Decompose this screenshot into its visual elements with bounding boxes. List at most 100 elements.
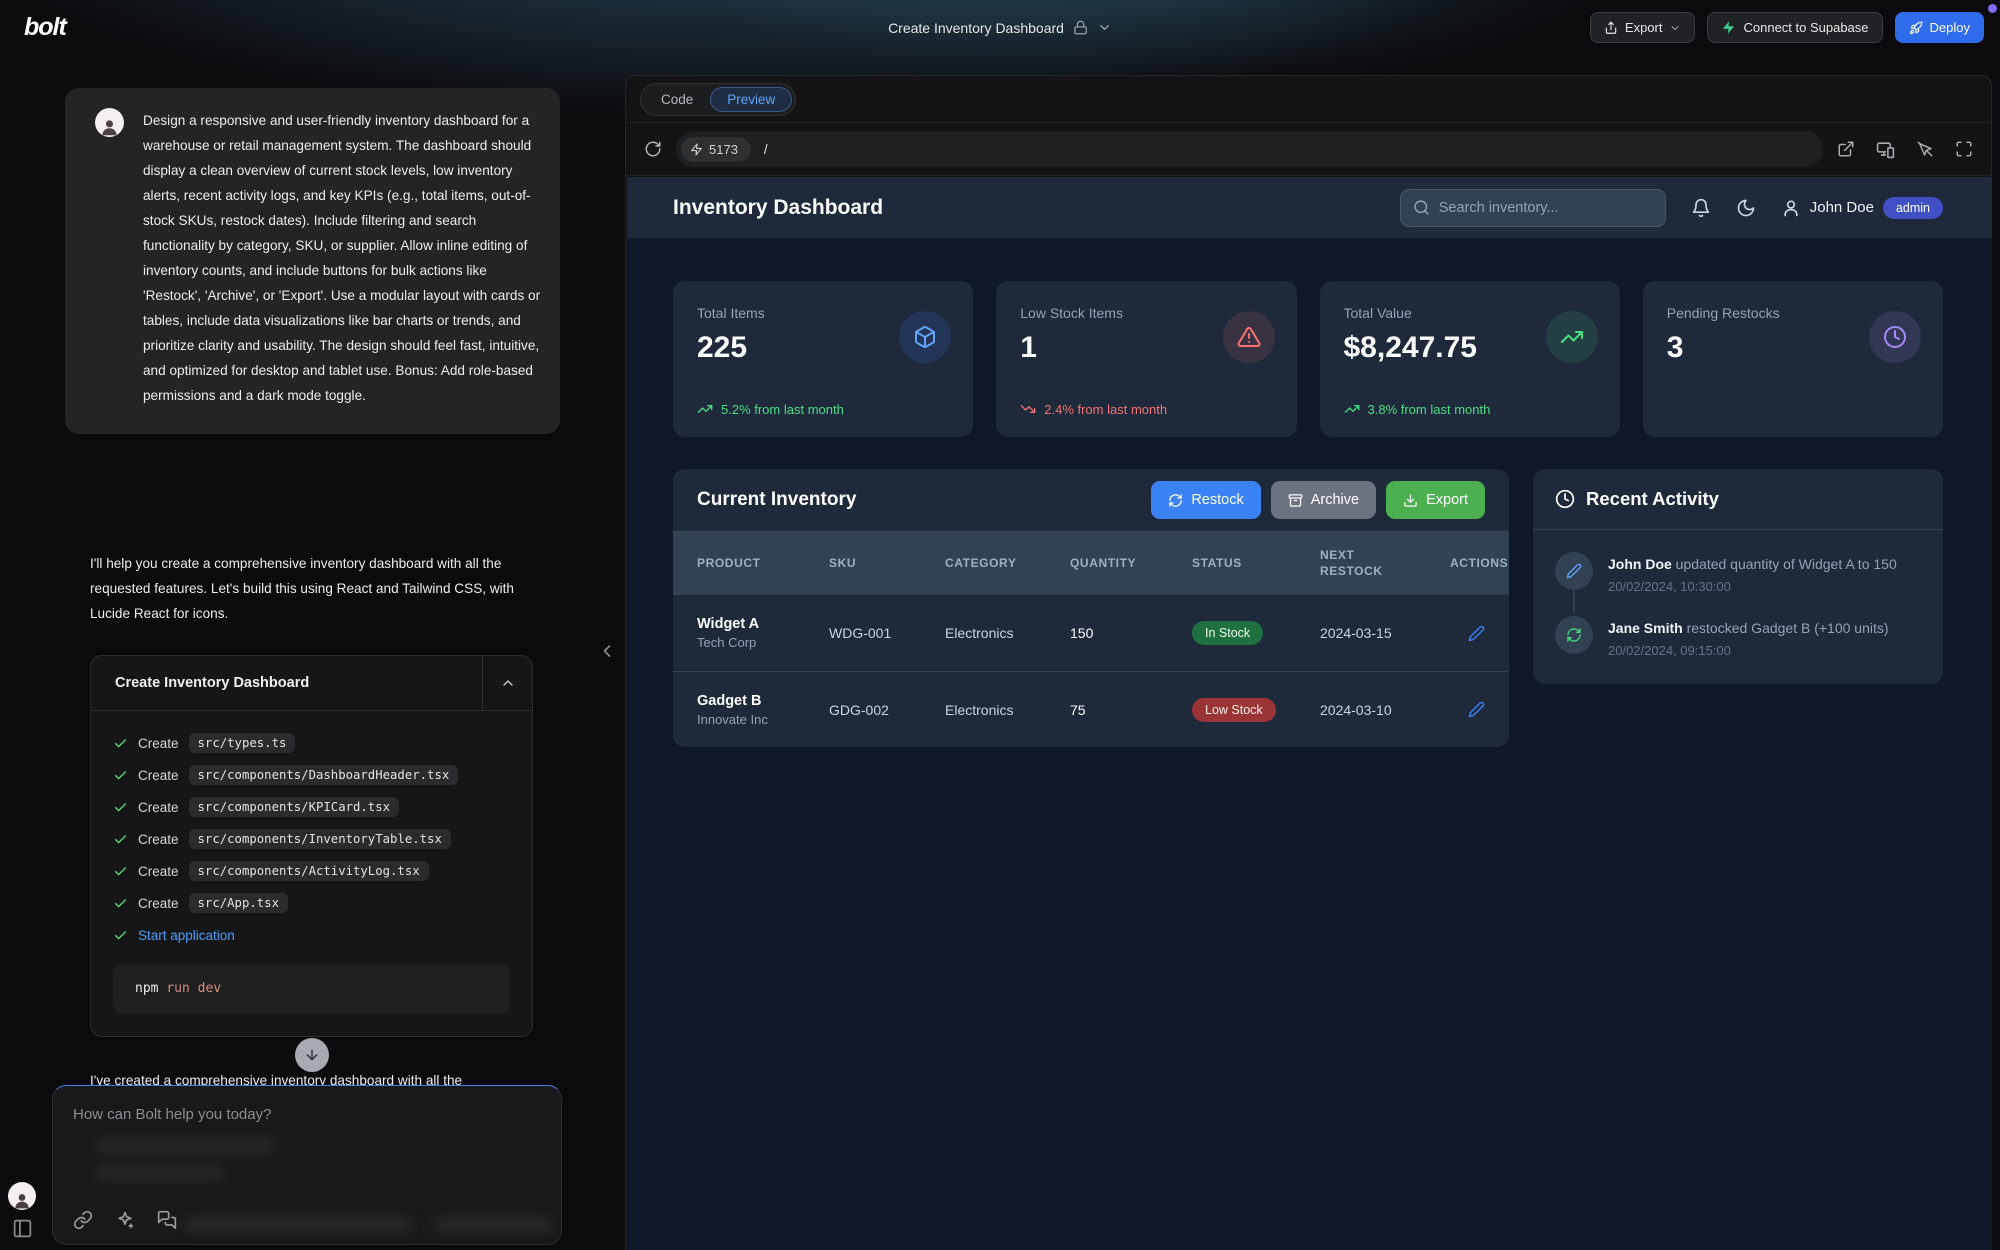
command-args: run dev bbox=[166, 981, 221, 996]
sparkles-icon[interactable] bbox=[115, 1210, 135, 1230]
file-path: src/App.tsx bbox=[189, 893, 288, 913]
attach-link-icon[interactable] bbox=[73, 1210, 93, 1230]
edit-pencil-icon bbox=[1566, 563, 1582, 579]
file-create-row[interactable]: Create src/components/ActivityLog.tsx bbox=[113, 855, 510, 887]
kpi-total-items: Total Items 225 5.2% from last month bbox=[673, 281, 973, 437]
cell-restock-date: 2024-03-10 bbox=[1320, 702, 1450, 718]
col-sku: SKU bbox=[829, 556, 945, 570]
table-row[interactable]: Widget A Tech Corp WDG-001 Electronics 1… bbox=[673, 595, 1509, 671]
sidebar-toggle-button[interactable] bbox=[12, 1218, 33, 1239]
fullscreen-icon[interactable] bbox=[1955, 140, 1973, 158]
artifact-collapse-button[interactable] bbox=[482, 656, 532, 710]
file-path: src/types.ts bbox=[189, 733, 296, 753]
tab-code[interactable]: Code bbox=[644, 87, 710, 112]
restock-button[interactable]: Restock bbox=[1151, 481, 1260, 519]
activity-time: 20/02/2024, 09:15:00 bbox=[1608, 643, 1889, 658]
bolt-logo: bolt bbox=[24, 13, 66, 42]
inventory-table-card: Current Inventory Restock Archive Exp bbox=[673, 469, 1509, 747]
package-icon bbox=[913, 325, 937, 349]
app-preview: Inventory Dashboard Search inventory... … bbox=[627, 177, 1992, 1250]
port-number: 5173 bbox=[709, 142, 738, 157]
dark-mode-toggle-icon[interactable] bbox=[1736, 198, 1756, 218]
responsive-devices-icon[interactable] bbox=[1876, 140, 1895, 159]
export-button[interactable]: Export bbox=[1590, 12, 1696, 43]
alert-triangle-icon bbox=[1237, 325, 1261, 349]
table-row[interactable]: Gadget B Innovate Inc GDG-002 Electronic… bbox=[673, 671, 1509, 747]
col-actions: ACTIONS bbox=[1450, 556, 1508, 570]
account-avatar-button[interactable] bbox=[8, 1182, 36, 1210]
user-message-text: Design a responsive and user-friendly in… bbox=[143, 108, 542, 408]
table-header: PRODUCT SKU CATEGORY QUANTITY STATUS NEX… bbox=[673, 531, 1509, 595]
tab-preview[interactable]: Preview bbox=[710, 87, 792, 112]
archive-icon bbox=[1288, 493, 1303, 508]
terminal-command-block: npm run dev bbox=[113, 963, 510, 1014]
search-placeholder: Search inventory... bbox=[1439, 200, 1559, 216]
collapse-chat-button[interactable] bbox=[597, 641, 617, 661]
deploy-label: Deploy bbox=[1930, 20, 1970, 35]
chevron-left-icon bbox=[597, 641, 617, 661]
start-application-link[interactable]: Start application bbox=[138, 928, 235, 943]
lock-icon bbox=[1073, 20, 1088, 35]
chat-panel: Design a responsive and user-friendly in… bbox=[0, 55, 625, 1250]
address-field[interactable]: 5173 / bbox=[676, 131, 1823, 167]
user-message: Design a responsive and user-friendly in… bbox=[65, 88, 560, 434]
file-path: src/components/KPICard.tsx bbox=[189, 797, 400, 817]
file-action: Create bbox=[138, 768, 179, 783]
cell-sku: WDG-001 bbox=[829, 625, 945, 641]
start-application-row[interactable]: Start application bbox=[113, 919, 510, 951]
restock-label: Restock bbox=[1191, 492, 1243, 508]
archive-button[interactable]: Archive bbox=[1271, 481, 1376, 519]
kpi-change: 3.8% from last month bbox=[1368, 402, 1491, 417]
file-create-row[interactable]: Create src/components/KPICard.tsx bbox=[113, 791, 510, 823]
activity-action: restocked Gadget B (+100 units) bbox=[1687, 620, 1889, 636]
scroll-to-bottom-button[interactable] bbox=[295, 1038, 329, 1072]
inventory-title: Current Inventory bbox=[697, 489, 856, 511]
supabase-bolt-icon bbox=[1721, 20, 1736, 35]
user-menu[interactable]: John Doe admin bbox=[1781, 197, 1943, 219]
rocket-icon bbox=[1909, 21, 1923, 35]
file-create-row[interactable]: Create src/components/InventoryTable.tsx bbox=[113, 823, 510, 855]
edit-pencil-icon[interactable] bbox=[1468, 701, 1485, 718]
file-create-row[interactable]: Create src/types.ts bbox=[113, 727, 510, 759]
open-external-icon[interactable] bbox=[1837, 140, 1855, 158]
top-bar: bolt Create Inventory Dashboard Export C… bbox=[0, 0, 2000, 55]
project-title-menu[interactable]: Create Inventory Dashboard bbox=[888, 20, 1112, 36]
kpi-change: 5.2% from last month bbox=[721, 402, 844, 417]
preview-url-bar: 5173 / bbox=[626, 122, 1991, 176]
artifact-card: Create Inventory Dashboard Create src/ty… bbox=[90, 655, 533, 1037]
cell-quantity[interactable]: 75 bbox=[1070, 702, 1192, 718]
kpi-low-stock: Low Stock Items 1 2.4% from last month bbox=[996, 281, 1296, 437]
file-action: Create bbox=[138, 800, 179, 815]
export-data-button[interactable]: Export bbox=[1386, 481, 1485, 519]
connect-supabase-button[interactable]: Connect to Supabase bbox=[1707, 12, 1882, 43]
user-avatar bbox=[95, 108, 124, 137]
kpi-pending-restocks: Pending Restocks 3 bbox=[1643, 281, 1943, 437]
file-create-row[interactable]: Create src/components/DashboardHeader.ts… bbox=[113, 759, 510, 791]
bell-icon[interactable] bbox=[1691, 198, 1711, 218]
cell-quantity[interactable]: 150 bbox=[1070, 625, 1192, 641]
inspector-cursor-icon[interactable] bbox=[1916, 140, 1934, 158]
discuss-mode-icon[interactable] bbox=[157, 1210, 177, 1230]
connect-supabase-label: Connect to Supabase bbox=[1743, 20, 1868, 35]
refresh-icon bbox=[1566, 627, 1582, 643]
activity-item: John Doe updated quantity of Widget A to… bbox=[1555, 552, 1921, 594]
kpi-change: 2.4% from last month bbox=[1044, 402, 1167, 417]
reload-icon[interactable] bbox=[644, 140, 662, 158]
view-tabs: Code Preview bbox=[626, 76, 1991, 122]
product-supplier: Tech Corp bbox=[697, 635, 829, 650]
assistant-intro-text: I'll help you create a comprehensive inv… bbox=[90, 551, 550, 626]
edit-pencil-icon[interactable] bbox=[1468, 625, 1485, 642]
cell-category: Electronics bbox=[945, 702, 1070, 718]
port-pill[interactable]: 5173 bbox=[681, 137, 751, 162]
deploy-button[interactable]: Deploy bbox=[1895, 12, 1984, 43]
activity-user: Jane Smith bbox=[1608, 620, 1683, 636]
chat-input-box[interactable]: How can Bolt help you today? bbox=[52, 1085, 562, 1245]
file-create-row[interactable]: Create src/App.tsx bbox=[113, 887, 510, 919]
download-icon bbox=[1403, 493, 1418, 508]
refresh-icon bbox=[1168, 493, 1183, 508]
file-path: src/components/InventoryTable.tsx bbox=[189, 829, 451, 849]
arrow-down-icon bbox=[304, 1047, 320, 1063]
activity-title: Recent Activity bbox=[1586, 488, 1719, 510]
search-input[interactable]: Search inventory... bbox=[1400, 189, 1666, 227]
export-label: Export bbox=[1426, 492, 1468, 508]
